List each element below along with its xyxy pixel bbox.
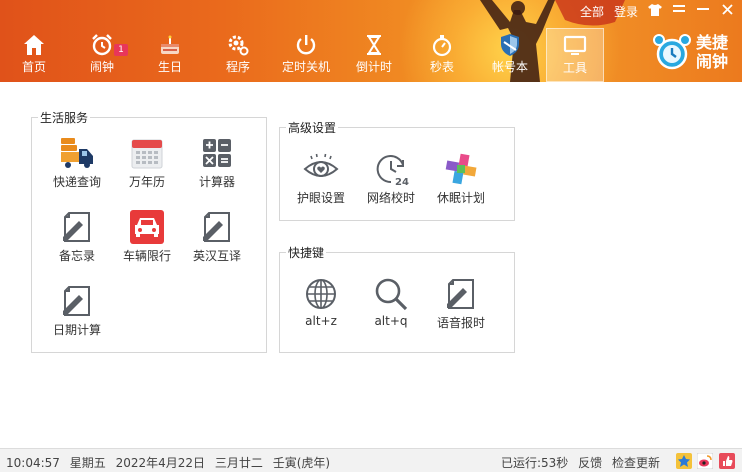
nav-label: 程序 [225,60,250,74]
status-actions: 已运行:53秒 反馈 检查更新 [495,454,660,471]
top-bar: 全部 登录 [580,2,734,20]
alarm-logo-icon [653,34,691,70]
nav-label: 定时关机 [281,60,330,74]
tool-translate[interactable]: 英汉互译 [182,209,252,269]
status-datetime: 10:04:57 星期五 2022年4月22日 三月廿二 壬寅(虎年) [6,454,336,471]
life-services-panel: 生活服务 快递查询 万年历 计算器 备忘录 车辆限行 英汉互译 日期计算 [31,109,267,353]
nav-countdown[interactable]: 倒计时 [340,28,408,82]
shortcuts-panel: 快捷键 alt+z alt+q 语音报时 [279,244,515,353]
note-edit-icon [63,286,90,316]
app-logo: 美捷 闹钟 [653,33,742,73]
tool-date-calc[interactable]: 日期计算 [42,283,112,343]
nav-label: 生日 [157,60,182,74]
setting-sleep-plan[interactable]: 休眠计划 [426,151,496,211]
status-lunar: 三月廿二 [214,456,263,470]
note-edit-icon [447,279,474,309]
power-icon [296,35,316,55]
nav-birthday[interactable]: 生日 [136,28,204,82]
delivery-truck-icon [61,138,93,168]
nav-label: 首页 [21,60,46,74]
note-edit-icon [63,212,90,242]
alarm-count-badge: 1 [114,44,128,56]
nav-stopwatch[interactable]: 秒表 [408,28,476,82]
tshirt-icon[interactable] [648,4,662,18]
logo-line1: 美捷 [696,33,729,52]
all-link[interactable]: 全部 [580,3,604,20]
shortcut-voice-time[interactable]: 语音报时 [426,276,496,336]
panel-title: 高级设置 [286,119,339,136]
nav-alarm[interactable]: 闹钟 1 [68,28,136,82]
nav-label: 帐号本 [491,60,528,74]
main-nav: 首页 闹钟 1 生日 程序 定时关机 倒计时 秒表 帐号本 工具 [0,28,604,82]
monitor-icon [563,35,587,55]
nav-home[interactable]: 首页 [0,28,68,82]
tool-label: 英汉互译 [192,249,241,263]
status-time: 10:04:57 [6,456,60,470]
nav-label: 倒计时 [355,60,392,74]
nav-tools[interactable]: 工具 [546,28,604,82]
birthday-cake-icon [161,35,179,54]
magnifier-icon [375,278,408,311]
status-bar: 10:04:57 星期五 2022年4月22日 三月廿二 壬寅(虎年) 已运行:… [0,448,742,472]
setting-label: 休眠计划 [436,191,485,205]
note-edit-icon [203,212,230,242]
nav-label: 秒表 [429,60,454,74]
svg-text:24: 24 [395,177,409,187]
minimize-icon[interactable] [696,4,710,18]
thumbs-up-icon[interactable] [719,453,735,469]
weibo-icon[interactable] [697,453,713,469]
qzone-icon[interactable] [676,453,692,469]
close-icon[interactable] [720,4,734,18]
alarm-clock-icon [92,34,112,56]
clock-24-icon: 24 [376,155,409,187]
hourglass-icon [367,35,381,55]
nav-label: 闹钟 [89,60,114,74]
tool-calculator[interactable]: 计算器 [182,135,252,195]
shortcut-label: 语音报时 [436,316,485,330]
shield-icon [501,34,519,56]
tool-label: 计算器 [198,175,235,189]
pinwheel-icon [445,153,477,185]
stopwatch-icon [432,35,452,57]
nav-shutdown-timer[interactable]: 定时关机 [272,28,340,82]
status-ganzhi: 壬寅(虎年) [272,456,331,470]
car-icon [130,210,164,244]
eye-heart-icon [303,153,339,177]
status-weekday: 星期五 [69,456,106,470]
nav-account-book[interactable]: 帐号本 [476,28,544,82]
check-update-link[interactable]: 检查更新 [612,456,660,470]
nav-label: 工具 [562,61,587,75]
globe-icon [306,279,336,309]
login-link[interactable]: 登录 [614,3,638,20]
panel-title: 生活服务 [38,109,91,126]
advanced-settings-panel: 高级设置 护眼设置 24 网络校时 休眠计划 [279,119,515,221]
gear-icon [228,35,249,56]
status-running-time: 已运行:53秒 [500,456,569,470]
calculator-icon [203,139,231,167]
feedback-link[interactable]: 反馈 [578,456,602,470]
home-icon [24,35,44,55]
header-banner: 全部 登录 首页 闹钟 1 生日 程序 定时关机 倒计时 秒表 帐号本 工具 美… [0,0,742,82]
tool-label: 日期计算 [52,323,101,337]
calendar-icon [131,139,163,169]
nav-programs[interactable]: 程序 [204,28,272,82]
logo-line2: 闹钟 [696,52,729,71]
status-date: 2022年4月22日 [115,456,206,470]
panel-title: 快捷键 [286,244,327,261]
menu-icon[interactable] [672,4,686,18]
